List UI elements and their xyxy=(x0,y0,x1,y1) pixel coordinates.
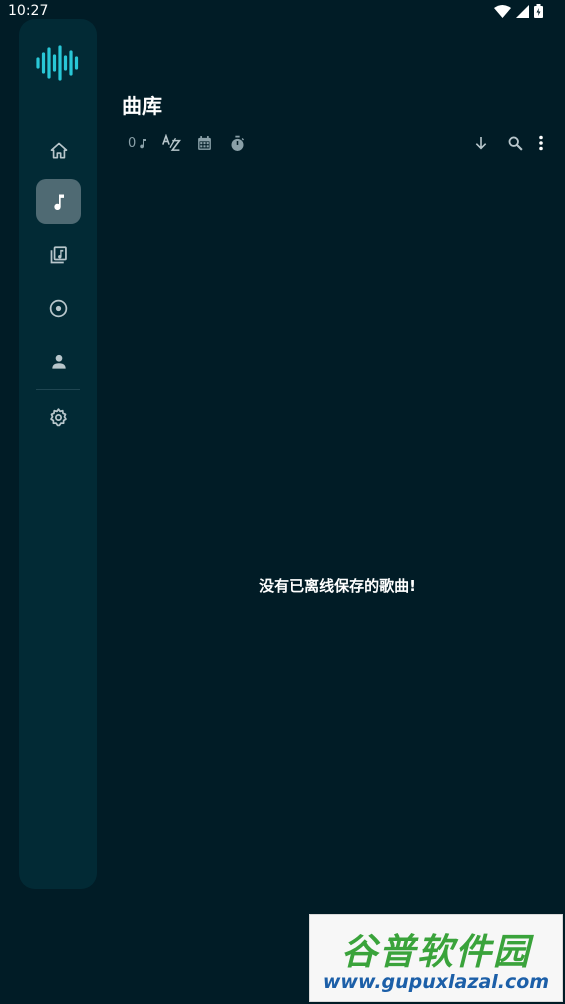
person-icon xyxy=(51,354,66,369)
nav-divider xyxy=(36,389,80,390)
more-options-button[interactable] xyxy=(532,130,550,156)
status-icons xyxy=(494,4,543,18)
nav-item-settings[interactable] xyxy=(36,395,81,440)
music-note-icon xyxy=(53,194,64,210)
gear-icon xyxy=(50,408,67,427)
home-icon xyxy=(50,142,67,158)
music-note-icon xyxy=(140,138,147,148)
battery-icon xyxy=(534,4,543,18)
nav-item-playlists[interactable] xyxy=(36,233,81,278)
empty-state-message: 没有已离线保存的歌曲! xyxy=(259,577,416,595)
status-time: 10:27 xyxy=(8,3,49,19)
signal-icon xyxy=(516,4,529,18)
playlist-icon xyxy=(50,246,67,264)
watermark-brand: 谷普软件园 xyxy=(340,932,531,973)
nav-item-songs[interactable] xyxy=(36,179,81,224)
sort-direction-button[interactable] xyxy=(470,130,492,156)
nav-item-artists[interactable] xyxy=(36,339,81,384)
nav-item-albums[interactable] xyxy=(36,286,81,331)
sort-by-duration-button[interactable] xyxy=(226,130,248,156)
arrow-down-icon xyxy=(475,137,487,150)
more-vert-icon xyxy=(539,135,543,151)
watermark-url: www.gupuxlazal.com xyxy=(322,971,550,993)
song-count-button[interactable]: 0 xyxy=(128,130,149,156)
search-icon xyxy=(508,136,523,151)
navigation-rail xyxy=(19,19,97,889)
search-button[interactable] xyxy=(504,130,526,156)
screen: 10:27 曲库 0 没有已离线保存的歌曲! 谷普软件园 www.gupuxla… xyxy=(0,0,565,1004)
timer-icon xyxy=(230,135,244,151)
nav-item-home[interactable] xyxy=(36,128,81,173)
album-icon xyxy=(49,299,68,318)
sort-az-icon xyxy=(161,134,181,151)
song-count: 0 xyxy=(128,135,137,151)
wifi-icon xyxy=(494,4,511,18)
watermark: 谷普软件园 www.gupuxlazal.com xyxy=(309,914,563,1002)
page-title: 曲库 xyxy=(122,94,162,118)
sort-alphabetical-button[interactable] xyxy=(160,130,182,156)
waveform-logo-icon xyxy=(36,45,79,81)
calendar-icon xyxy=(197,135,211,150)
sort-by-date-button[interactable] xyxy=(193,130,215,156)
library-toolbar: 0 xyxy=(122,130,552,156)
